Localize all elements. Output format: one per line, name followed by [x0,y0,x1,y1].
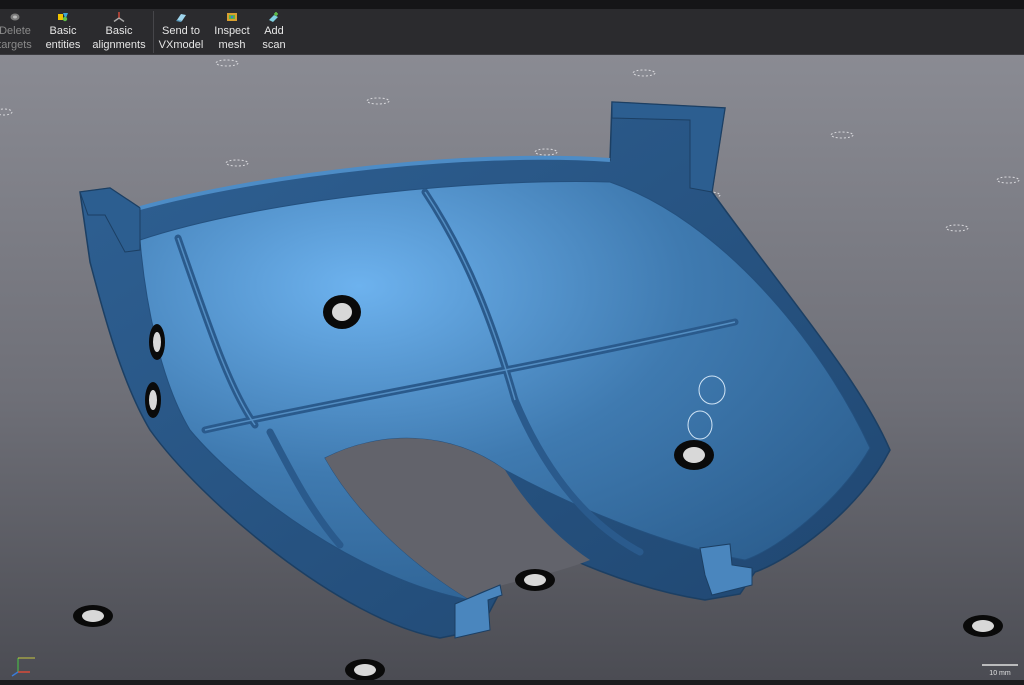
delete-targets-button[interactable]: Delete targets [0,9,36,54]
basic-entities-icon [58,13,68,22]
basic-alignments-button[interactable]: Basic alignments [91,9,147,54]
basic-entities-label-1: Basic [49,25,77,37]
toolbar-separator [153,11,154,53]
inspect-mesh-label-2: mesh [218,39,246,51]
scale-bar-label: 10 mm [989,670,1011,677]
basic-entities-button[interactable]: Basic entities [42,9,84,54]
delete-targets-label-2: targets [0,39,32,51]
basic-alignments-label-1: Basic [105,25,133,37]
delete-targets-label-1: Delete [0,25,31,37]
toolbar: Delete targets Basic entities Basic alig… [0,9,1024,55]
add-scan-label-2: scan [262,39,286,51]
basic-alignments-label-2: alignments [92,39,146,51]
send-to-vxmodel-icon [176,14,186,22]
3d-viewport[interactable]: 10 mm [0,55,1024,681]
send-to-vxmodel-label-2: VXmodel [158,39,204,51]
inspect-mesh-button[interactable]: Inspect mesh [211,9,253,54]
title-strip [0,0,1024,9]
add-scan-button[interactable]: Add scan [257,9,291,54]
send-to-vxmodel-button[interactable]: Send to VXmodel [157,9,205,54]
add-scan-label-1: Add [264,25,284,37]
add-scan-icon [269,12,278,22]
inspect-mesh-icon [227,13,237,21]
basic-entities-label-2: entities [45,39,81,51]
viewport-canvas[interactable]: 10 mm [0,55,1024,681]
send-to-vxmodel-label-1: Send to [162,25,200,37]
delete-targets-icon [10,13,20,21]
inspect-mesh-label-1: Inspect [214,25,250,37]
basic-alignments-icon [113,12,125,22]
